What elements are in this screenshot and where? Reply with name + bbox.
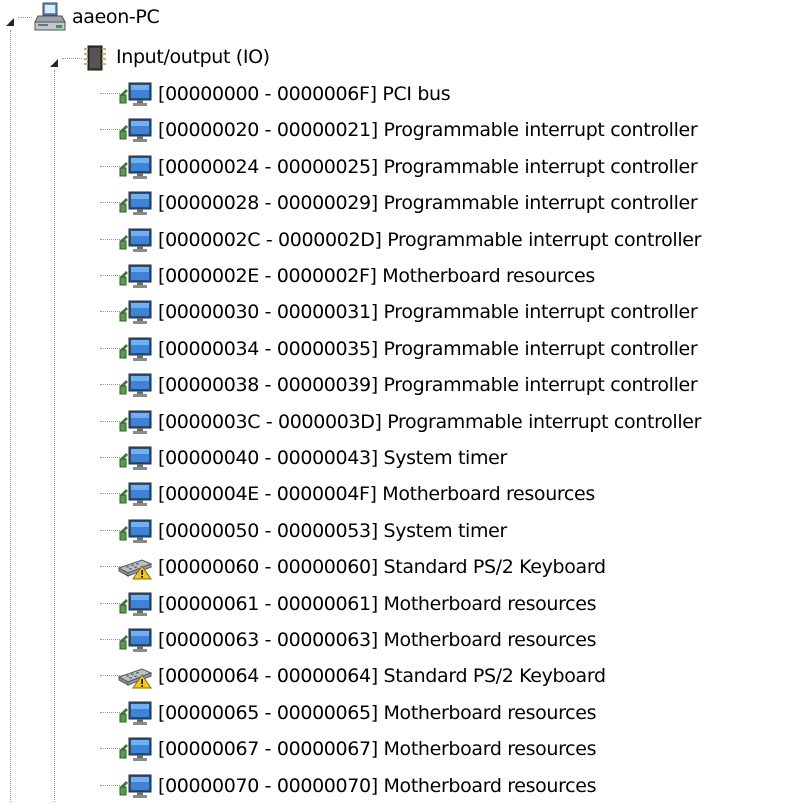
tree-item-row[interactable]: [00000060 - 00000060] Standard PS/2 Keyb… (0, 549, 786, 585)
category-label: Input/output (IO) (116, 46, 270, 68)
collapse-triangle-icon[interactable] (5, 12, 17, 26)
tree-item-label: [0000002C - 0000002D] Programmable inter… (158, 228, 702, 251)
monitor-device-icon (118, 299, 152, 325)
tree-item-row[interactable]: [00000028 - 00000029] Programmable inter… (0, 185, 786, 221)
tree-item-row[interactable]: [00000024 - 00000025] Programmable inter… (0, 149, 786, 185)
tree-item-row[interactable]: [00000063 - 00000063] Motherboard resour… (0, 622, 786, 658)
tree-item-label: [00000038 - 00000039] Programmable inter… (158, 374, 698, 397)
tree-item-label: [00000067 - 00000067] Motherboard resour… (158, 738, 597, 761)
collapse-triangle-icon[interactable] (49, 53, 61, 67)
tree-item-label: [00000020 - 00000021] Programmable inter… (158, 119, 698, 142)
monitor-device-icon (118, 81, 152, 107)
monitor-device-icon (118, 627, 152, 653)
tree-item-label: [00000060 - 00000060] Standard PS/2 Keyb… (158, 556, 606, 579)
monitor-device-icon (118, 591, 152, 617)
tree-item-label: [00000000 - 0000006F] PCI bus (158, 83, 451, 105)
tree-item-label: [00000028 - 00000029] Programmable inter… (158, 192, 698, 215)
monitor-device-icon (118, 481, 152, 507)
tree-item-row[interactable]: [00000000 - 0000006F] PCI bus (0, 76, 786, 112)
tree-item-label: [00000070 - 00000070] Motherboard resour… (158, 774, 597, 797)
monitor-device-icon (118, 154, 152, 180)
tree-item-label: [0000002E - 0000002F] Motherboard resour… (158, 265, 595, 287)
tree-item-row[interactable]: [00000064 - 00000064] Standard PS/2 Keyb… (0, 658, 786, 694)
tree-connector (62, 58, 82, 59)
monitor-device-icon (118, 518, 152, 544)
keyboard-warning-icon (117, 663, 153, 689)
root-label: aaeon-PC (72, 6, 160, 28)
tree-item-row[interactable]: [00000040 - 00000043] System timer (0, 440, 786, 476)
monitor-device-icon (118, 190, 152, 216)
tree-item-row[interactable]: [0000003C - 0000003D] Programmable inter… (0, 404, 786, 440)
tree-node-input-output[interactable]: Input/output (IO) (0, 40, 340, 74)
tree-item-row[interactable]: [0000002E - 0000002F] Motherboard resour… (0, 258, 786, 294)
monitor-device-icon (118, 409, 152, 435)
tree-item-label: [0000004E - 0000004F] Motherboard resour… (158, 483, 595, 506)
monitor-device-icon (118, 700, 152, 726)
tree-item-row[interactable]: [00000070 - 00000070] Motherboard resour… (0, 768, 786, 804)
tree-item-row[interactable]: [00000067 - 00000067] Motherboard resour… (0, 731, 786, 767)
tree-item-label: [00000064 - 00000064] Standard PS/2 Keyb… (158, 665, 606, 688)
tree-item-label: [00000050 - 00000053] System timer (158, 519, 507, 542)
monitor-device-icon (118, 227, 152, 253)
tree-item-label: [00000063 - 00000063] Motherboard resour… (158, 629, 597, 651)
keyboard-warning-icon (117, 554, 153, 580)
tree-item-label: [00000024 - 00000025] Programmable inter… (158, 155, 698, 178)
monitor-device-icon (118, 372, 152, 398)
monitor-device-icon (118, 773, 152, 799)
tree-item-row[interactable]: [00000020 - 00000021] Programmable inter… (0, 112, 786, 148)
monitor-device-icon (118, 736, 152, 762)
tree-node-root[interactable]: aaeon-PC (0, 0, 200, 34)
io-chip-icon (84, 45, 106, 71)
tree-item-row[interactable]: [00000038 - 00000039] Programmable inter… (0, 367, 786, 403)
tree-item-label: [00000061 - 00000061] Motherboard resour… (158, 592, 597, 615)
tree-item-row[interactable]: [0000004E - 0000004F] Motherboard resour… (0, 476, 786, 512)
tree-item-row[interactable]: [00000034 - 00000035] Programmable inter… (0, 331, 786, 367)
computer-icon (34, 2, 66, 32)
monitor-device-icon (118, 117, 152, 143)
tree-item-label: [0000003C - 0000003D] Programmable inter… (158, 410, 702, 433)
tree-item-label: [00000034 - 00000035] Programmable inter… (158, 337, 698, 360)
tree-item-row[interactable]: [00000050 - 00000053] System timer (0, 513, 786, 549)
tree-connector (18, 17, 32, 18)
tree-item-row[interactable]: [00000065 - 00000065] Motherboard resour… (0, 695, 786, 731)
tree-item-row[interactable]: [00000061 - 00000061] Motherboard resour… (0, 586, 786, 622)
monitor-device-icon (118, 336, 152, 362)
tree-item-label: [00000040 - 00000043] System timer (158, 447, 507, 469)
tree-item-label: [00000030 - 00000031] Programmable inter… (158, 301, 698, 324)
device-tree: aaeon-PC Input/output (IO) [00000000 - 0… (0, 0, 786, 802)
tree-item-row[interactable]: [00000030 - 00000031] Programmable inter… (0, 294, 786, 330)
tree-item-row[interactable]: [0000002C - 0000002D] Programmable inter… (0, 222, 786, 258)
monitor-device-icon (118, 445, 152, 471)
monitor-device-icon (118, 263, 152, 289)
tree-item-label: [00000065 - 00000065] Motherboard resour… (158, 701, 597, 724)
